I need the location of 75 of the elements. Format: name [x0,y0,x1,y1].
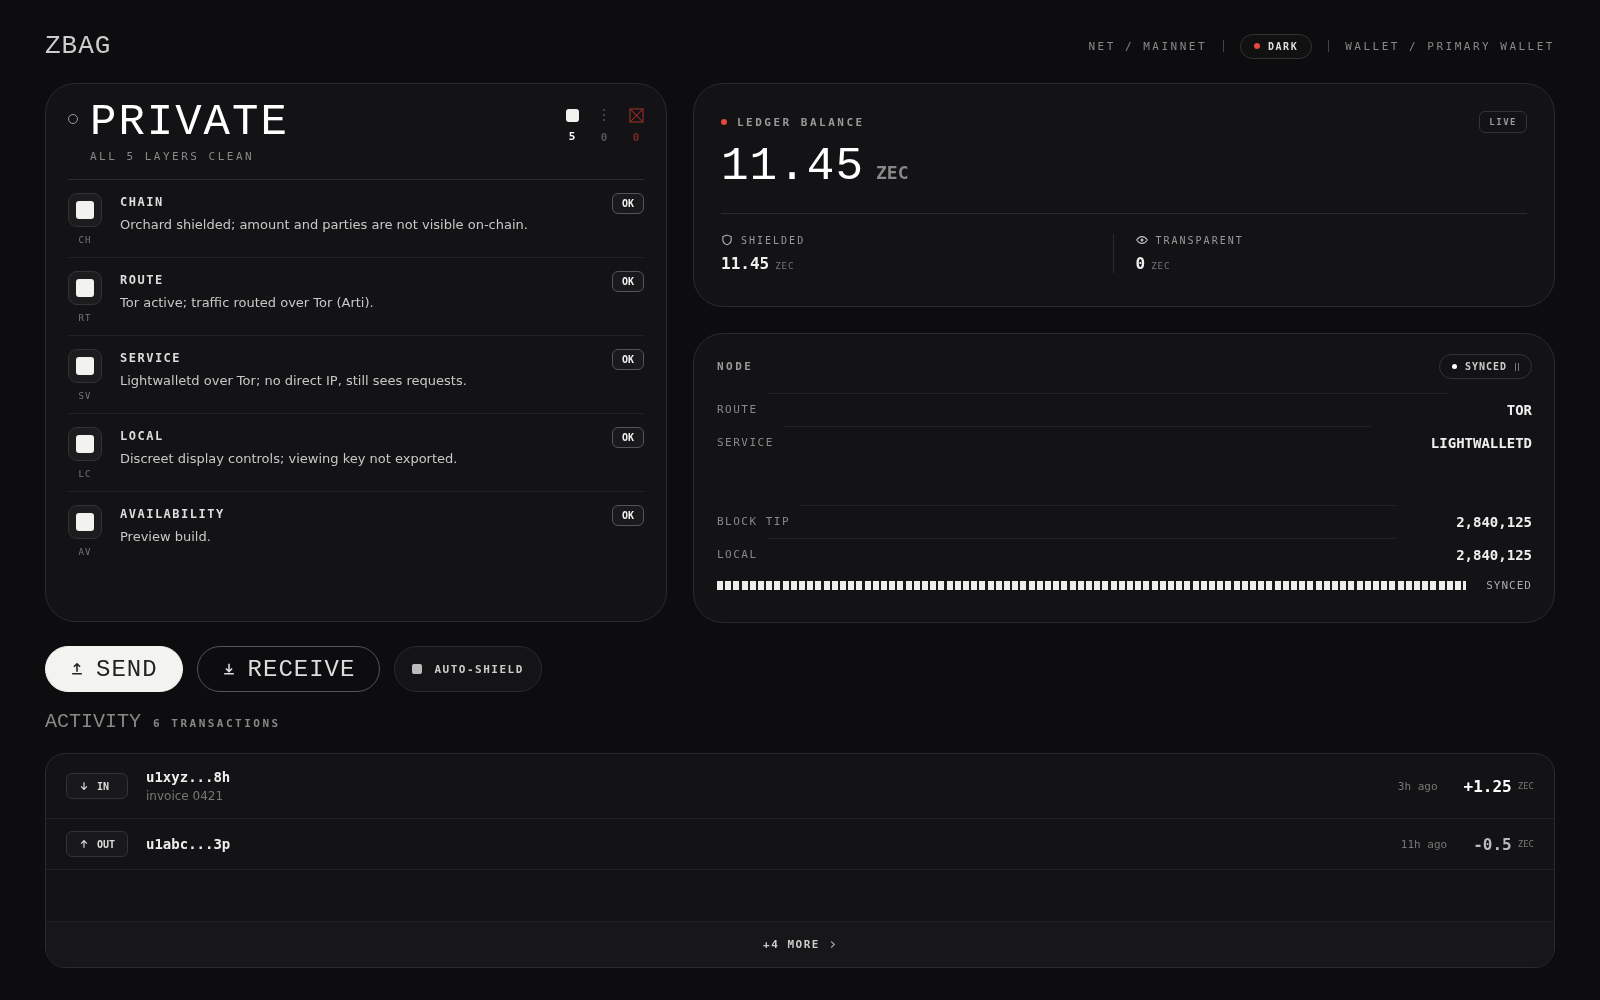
node-row-label: LOCAL [717,548,758,561]
node-row-label: ROUTE [717,403,758,416]
balance-part-unit: ZEC [775,261,795,271]
balance-part-amount: 0 [1135,254,1146,273]
brand-logo: ZBAG [45,31,112,61]
balance-part-label: SHIELDED [741,234,806,246]
transaction-count: 6 TRANSACTIONS [153,717,281,730]
transaction-address: u1abc...3p [146,836,232,852]
count-value: 0 [600,131,608,144]
node-row-value: 2,840,125 [1456,513,1532,530]
sync-label: SYNCED [1486,579,1532,592]
layer-code: CH [78,235,92,245]
balance-part-label: TRANSPARENT [1155,234,1244,246]
transaction-amount: +1.25 [1463,776,1512,796]
layer-name: SERVICE [120,351,183,365]
balance-title: LEDGER BALANCE [737,115,865,129]
balance-part-amount: 11.45 [721,254,770,273]
layer-code: SV [78,391,92,401]
status-badge: OK [611,505,644,526]
download-icon [221,662,236,676]
transaction-row[interactable]: IN u1xyz...8h invoice 0421 3h ago +1.25 ZEC [46,754,1554,819]
transaction-time: 11h ago [1400,837,1448,851]
upload-icon [70,662,84,676]
layer-description: Lightwalletd over Tor; no direct IP, still sees requests. [120,373,468,388]
show-more-button[interactable]: +4 MORE [46,922,1554,967]
direction-badge: IN [66,773,128,799]
activity-title: ACTIVITY [45,710,141,733]
theme-toggle[interactable]: DARK [1240,33,1313,59]
transaction-time: 3h ago [1397,779,1438,793]
square-icon [565,109,579,122]
transaction-unit: ZEC [1517,839,1534,849]
transaction-row[interactable]: OUT u1abc...3p 11h ago -0.5 ZEC [46,819,1554,870]
node-row-value: 2,840,125 [1456,546,1532,563]
balance-amount: 11.45 [721,141,865,193]
node-row-value: TOR [1506,401,1532,418]
layer-code: RT [78,313,92,323]
shield-icon [721,234,733,246]
layer-code: LC [78,469,92,479]
node-row-label: SERVICE [717,436,774,449]
layer-description: Preview build. [120,529,212,544]
transaction-amount: -0.5 [1473,834,1512,854]
layer-name: CHAIN [120,195,165,209]
layer-code: AV [78,547,92,557]
layer-description: Orchard shielded; amount and parties are not visible on-chain. [120,217,529,232]
count-value: 0 [632,131,640,144]
direction-badge: OUT [66,831,128,857]
theme-label: DARK [1268,40,1299,52]
eye-icon [1135,234,1148,246]
network-label: NET / MAINNET [1088,39,1208,53]
layer-description: Discreet display controls; viewing key not exported. [120,451,459,466]
privacy-summary: ALL 5 LAYERS CLEAN [90,150,256,163]
node-row-label: BLOCK TIP [717,515,791,528]
auto-shield-toggle[interactable]: AUTO-SHIELD [394,646,542,692]
receive-button[interactable]: RECEIVE [196,646,381,692]
status-badge: OK [611,271,644,292]
status-badge: OK [611,349,644,370]
balance-unit: ZEC [876,162,909,183]
node-row-value: LIGHTWALLETD [1430,434,1532,451]
transaction-address: u1xyz...8h [146,769,232,785]
live-badge: LIVE [1479,111,1527,133]
transaction-unit: ZEC [1517,781,1534,791]
count-value: 5 [568,130,576,143]
layer-name: LOCAL [120,429,165,443]
status-badge: OK [611,193,644,214]
balance-part-unit: ZEC [1151,261,1171,271]
wallet-label: WALLET / PRIMARY WALLET [1345,39,1555,53]
layer-name: ROUTE [120,273,165,287]
send-button[interactable]: SEND [45,646,183,692]
crossed-box-icon [628,108,644,123]
layer-description: Tor active; traffic routed over Tor (Arti). [120,295,375,310]
privacy-status: PRIVATE [90,100,290,144]
status-badge: OK [611,427,644,448]
layer-name: AVAILABILITY [120,507,226,521]
node-title: NODE [717,360,754,373]
transaction-memo: invoice 0421 [146,789,225,803]
